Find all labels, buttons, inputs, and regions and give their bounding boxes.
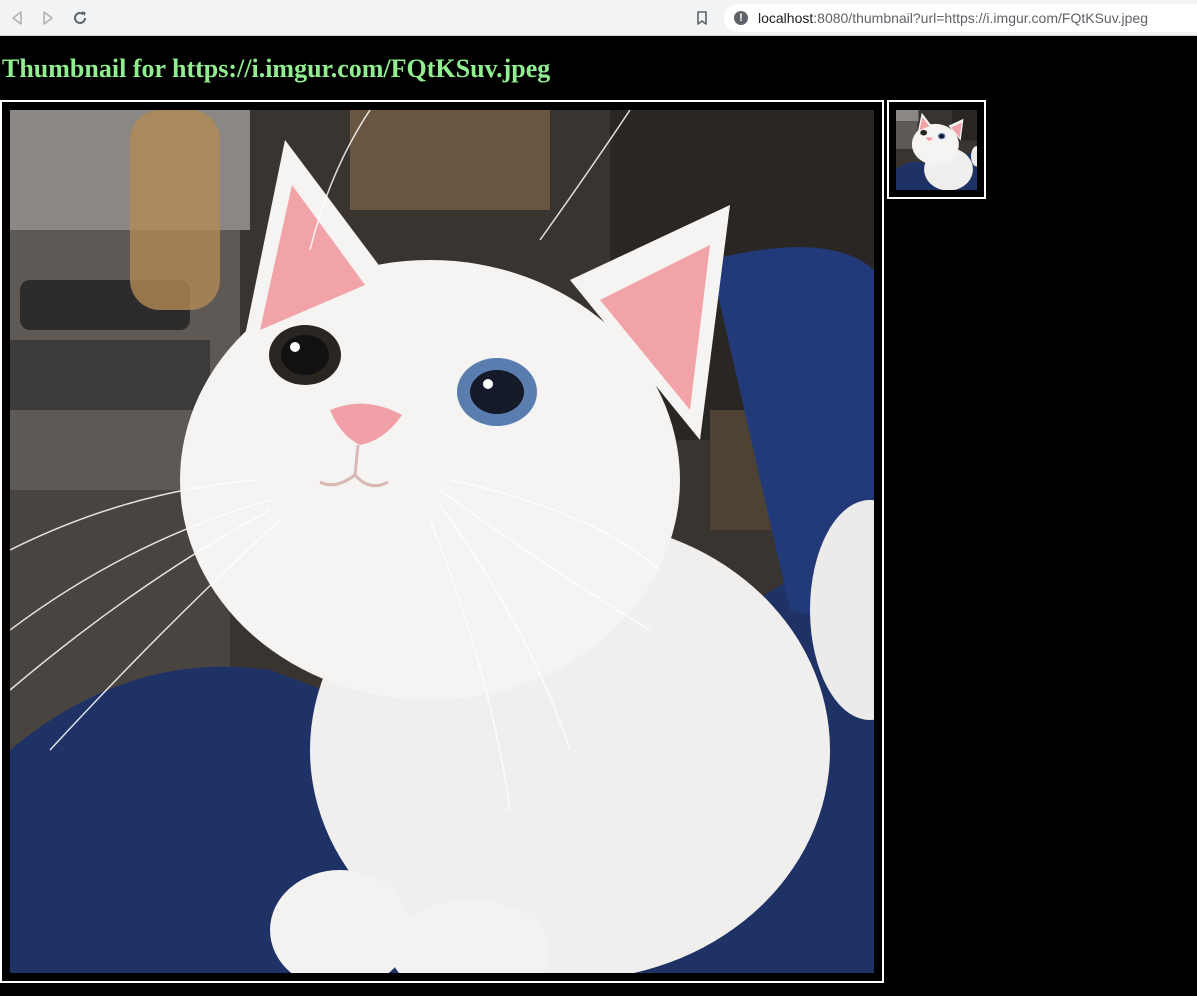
url-host: localhost	[758, 10, 814, 26]
reload-button[interactable]	[70, 8, 90, 28]
reload-icon	[74, 11, 86, 24]
back-arrow-icon	[12, 11, 22, 25]
large-thumbnail-image	[10, 110, 874, 973]
back-button[interactable]	[7, 8, 27, 28]
url-text[interactable]: localhost:8080/thumbnail?url=https://i.i…	[758, 10, 1148, 26]
info-icon[interactable]: !	[734, 11, 748, 25]
large-thumbnail-frame	[0, 100, 884, 983]
forward-arrow-icon	[43, 11, 53, 25]
address-bar[interactable]: ! localhost:8080/thumbnail?url=https://i…	[724, 4, 1197, 32]
browser-toolbar: ! localhost:8080/thumbnail?url=https://i…	[0, 0, 1197, 36]
small-thumbnail-image[interactable]	[896, 110, 977, 190]
url-path: :8080/thumbnail?url=https://i.imgur.com/…	[813, 10, 1149, 26]
bookmark-icon	[697, 11, 707, 25]
small-thumbnail-frame[interactable]	[887, 100, 986, 199]
forward-button[interactable]	[38, 8, 58, 28]
bookmark-button[interactable]	[692, 8, 712, 28]
page-title: Thumbnail for https://i.imgur.com/FQtKSu…	[2, 54, 551, 83]
